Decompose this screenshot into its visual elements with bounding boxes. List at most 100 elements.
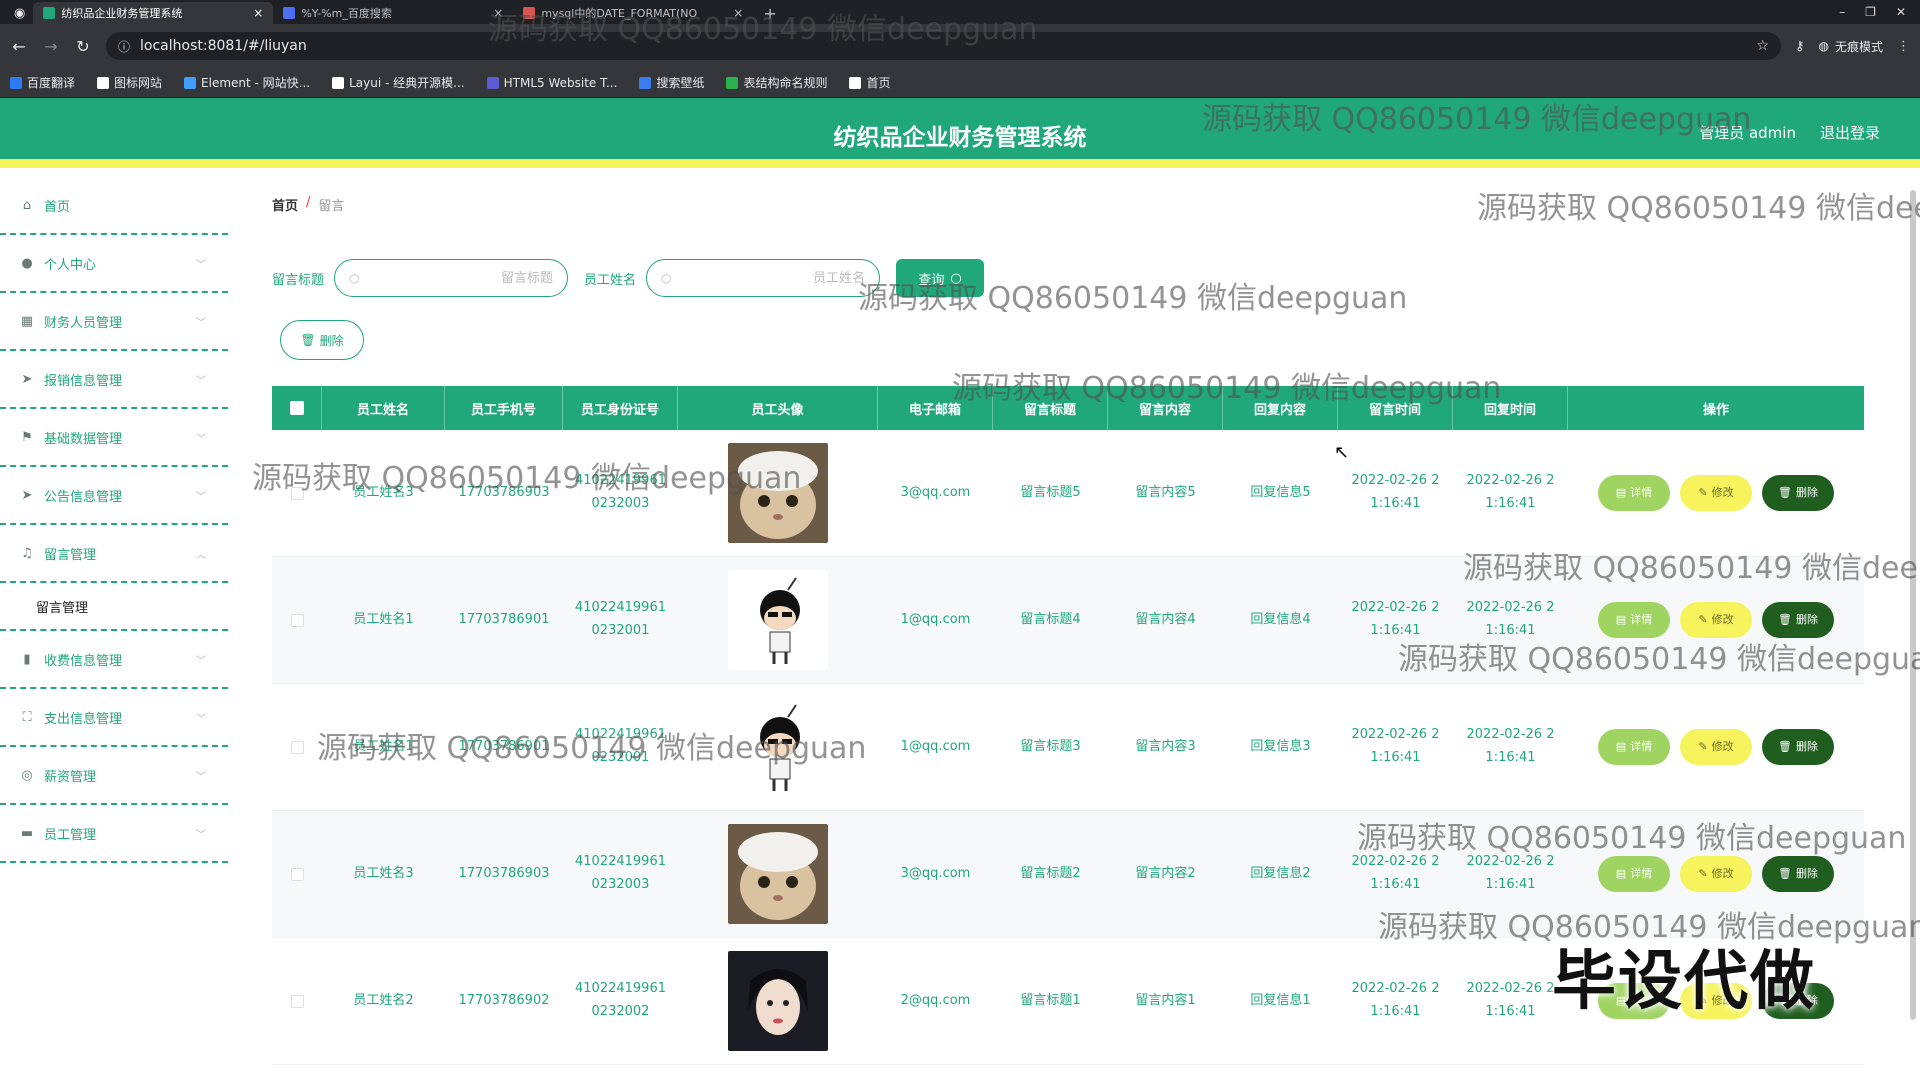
id-number-line2: 0232003: [591, 496, 650, 511]
bookmark-item[interactable]: Element - 网站快...: [184, 74, 310, 91]
sidebar-item[interactable]: ➤ 报销信息管理 ﹀: [0, 351, 228, 409]
bookmark-item[interactable]: 图标网站: [97, 74, 162, 91]
detail-label: 详情: [1630, 867, 1653, 881]
sidebar-item[interactable]: ⌂ 首页: [0, 177, 228, 235]
employee-avatar[interactable]: [728, 443, 828, 543]
delete-button[interactable]: 🗑 删除: [1762, 729, 1834, 765]
delete-button[interactable]: 🗑 删除: [1762, 602, 1834, 638]
cell-message-title: 留言标题3: [1020, 738, 1081, 754]
browser-tab[interactable]: 纺织品企业财务管理系统 ×: [33, 2, 274, 24]
title-filter-field[interactable]: ○: [334, 259, 569, 297]
chevron-down-icon: ﹀: [196, 655, 206, 667]
pencil-icon: ✎: [1698, 740, 1708, 754]
cell-actions: ▤ 详情 ✎ 修改 🗑 删除: [1568, 811, 1864, 937]
browser-tabbar: ◉ 纺织品企业财务管理系统 × %Y-%m_百度搜索 × mysql中的DATE_FOR…: [0, 0, 1920, 24]
id-number-text: 41022419961 0232001: [575, 724, 666, 770]
employee-avatar[interactable]: [728, 824, 828, 924]
sidebar-item[interactable]: ▦ 财务人员管理 ﹀: [0, 293, 228, 351]
edit-button[interactable]: ✎ 修改: [1680, 475, 1752, 511]
new-tab-button[interactable]: +: [753, 2, 786, 24]
reload-icon[interactable]: ↻: [74, 37, 92, 56]
detail-button[interactable]: ▤ 详情: [1598, 856, 1670, 892]
column-header: 留言内容: [1108, 386, 1223, 430]
logout-link[interactable]: 退出登录: [1820, 122, 1880, 143]
bookmark-item[interactable]: 搜索壁纸: [639, 74, 704, 91]
close-tab-icon[interactable]: ×: [733, 6, 743, 20]
delete-button[interactable]: 🗑 删除: [1762, 475, 1834, 511]
reply-time-line2: 1:16:41: [1485, 750, 1536, 765]
employee-avatar[interactable]: [728, 697, 828, 797]
info-icon[interactable]: ⓘ: [118, 38, 130, 55]
edit-button[interactable]: ✎ 修改: [1680, 602, 1752, 638]
row-checkbox[interactable]: [290, 740, 304, 754]
select-all-header[interactable]: [272, 386, 322, 430]
message-time-text: 2022-02-26 2 1:16:41: [1352, 470, 1440, 516]
edit-button[interactable]: ✎ 修改: [1680, 729, 1752, 765]
restore-icon[interactable]: ❐: [1865, 5, 1876, 19]
back-icon[interactable]: ←: [10, 37, 28, 56]
batch-delete-button[interactable]: 🗑 删除: [280, 320, 364, 360]
close-tab-icon[interactable]: ×: [493, 6, 503, 20]
cell-reply-content: 回复信息2: [1250, 865, 1311, 881]
row-checkbox[interactable]: [290, 486, 304, 500]
edit-label: 修改: [1711, 486, 1734, 500]
browser-tab[interactable]: %Y-%m_百度搜索 ×: [273, 2, 513, 24]
bookmark-item[interactable]: 首页: [849, 74, 891, 91]
table-row: 员工姓名3 17703786903 41022419961 0232003 3@qq.c…: [272, 811, 1864, 938]
id-number-text: 41022419961 0232002: [575, 978, 666, 1024]
query-button[interactable]: 查询 ○: [896, 259, 985, 297]
close-tab-icon[interactable]: ×: [253, 6, 263, 20]
name-filter-field[interactable]: ○: [646, 259, 881, 297]
doc-icon: ▤: [1615, 740, 1627, 754]
cell-avatar: [678, 938, 878, 1064]
name-filter-input[interactable]: [679, 270, 866, 286]
sidebar-item[interactable]: ● 个人中心 ﹀: [0, 235, 228, 293]
title-filter-input[interactable]: [367, 270, 554, 286]
page-scrollbar[interactable]: [1910, 190, 1916, 1020]
key-icon[interactable]: ⚷: [1795, 39, 1805, 54]
employee-avatar[interactable]: [728, 570, 828, 670]
close-window-icon[interactable]: ✕: [1896, 5, 1906, 19]
reply-time-text: 2022-02-26 2 1:16:41: [1467, 470, 1555, 516]
browser-tab[interactable]: mysql中的DATE_FORMAT(NO ×: [513, 2, 753, 24]
bookmark-item[interactable]: 百度翻译: [10, 74, 75, 91]
breadcrumb-home[interactable]: 首页: [272, 195, 298, 214]
row-checkbox[interactable]: [290, 613, 304, 627]
url-field[interactable]: ⓘ localhost:8081/#/liuyan ☆: [106, 32, 1781, 60]
select-all-checkbox[interactable]: [289, 401, 304, 415]
cell-id-number: 41022419961 0232001: [563, 557, 678, 683]
detail-button[interactable]: ▤ 详情: [1598, 475, 1670, 511]
sidebar-subitem-message[interactable]: 留言管理: [0, 583, 228, 631]
browser-menu-icon[interactable]: ◉: [6, 2, 33, 24]
sidebar-item[interactable]: ▮ 收费信息管理 ﹀: [0, 631, 228, 689]
forward-icon[interactable]: →: [42, 37, 60, 56]
sidebar-item[interactable]: ▬ 员工管理 ﹀: [0, 805, 228, 863]
message-time-text: 2022-02-26 2 1:16:41: [1352, 597, 1440, 643]
cell-message-time: 2022-02-26 2 1:16:41: [1338, 938, 1453, 1064]
grid-icon: ▦: [20, 313, 34, 329]
cell-employee-name: 员工姓名1: [353, 738, 414, 754]
employee-avatar[interactable]: [728, 951, 828, 1051]
detail-button[interactable]: ▤ 详情: [1598, 602, 1670, 638]
row-checkbox[interactable]: [290, 994, 304, 1008]
minimize-icon[interactable]: –: [1839, 5, 1845, 19]
bookmark-star-icon[interactable]: ☆: [1756, 38, 1769, 54]
edit-button[interactable]: ✎ 修改: [1680, 856, 1752, 892]
delete-button[interactable]: 🗑 删除: [1762, 856, 1834, 892]
cell-reply-content: 回复信息1: [1250, 992, 1311, 1008]
sidebar-item[interactable]: ◎ 薪资管理 ﹀: [0, 747, 228, 805]
sidebar-item[interactable]: ⛶ 支出信息管理 ﹀: [0, 689, 228, 747]
incognito-badge[interactable]: ◍ 无痕模式: [1819, 38, 1884, 55]
cell-message-time: 2022-02-26 2 1:16:41: [1338, 430, 1453, 556]
detail-button[interactable]: ▤ 详情: [1598, 729, 1670, 765]
more-menu-icon[interactable]: ⋮: [1897, 39, 1910, 54]
search-icon: ○: [349, 271, 360, 285]
sidebar-item[interactable]: ♫ 留言管理 ︿: [0, 525, 228, 583]
sidebar-item[interactable]: ⚑ 基础数据管理 ﹀: [0, 409, 228, 467]
sidebar-item[interactable]: ➤ 公告信息管理 ﹀: [0, 467, 228, 525]
bookmark-item[interactable]: HTML5 Website T...: [486, 76, 617, 90]
row-select-cell: [272, 684, 322, 810]
bookmark-item[interactable]: 表结构命名规则: [726, 74, 827, 91]
bookmark-item[interactable]: Layui - 经典开源模...: [332, 74, 465, 91]
row-checkbox[interactable]: [290, 867, 304, 881]
